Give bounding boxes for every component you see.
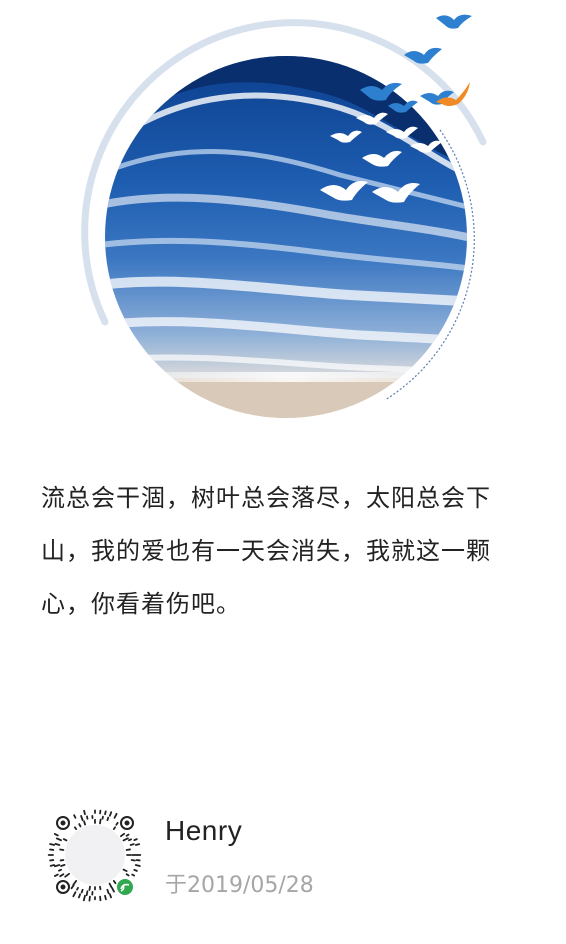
mini-program-code-center <box>65 825 125 885</box>
author-footer: Henry 于2019/05/28 <box>45 805 525 905</box>
author-name: Henry <box>165 815 243 846</box>
wave-image <box>105 56 467 418</box>
post-date: 于2019/05/28 <box>165 873 314 898</box>
hero-illustration <box>81 14 487 418</box>
quote-text: 流总会干涸，树叶总会落尽，太阳总会下山，我的爱也有一天会消失，我就这一颗心，你看… <box>41 484 491 618</box>
wechat-badge-icon <box>117 879 133 895</box>
mini-program-code[interactable] <box>45 805 145 905</box>
quote-card: 流总会干涸，树叶总会落尽，太阳总会下山，我的爱也有一天会消失，我就这一颗心，你看… <box>0 0 566 944</box>
